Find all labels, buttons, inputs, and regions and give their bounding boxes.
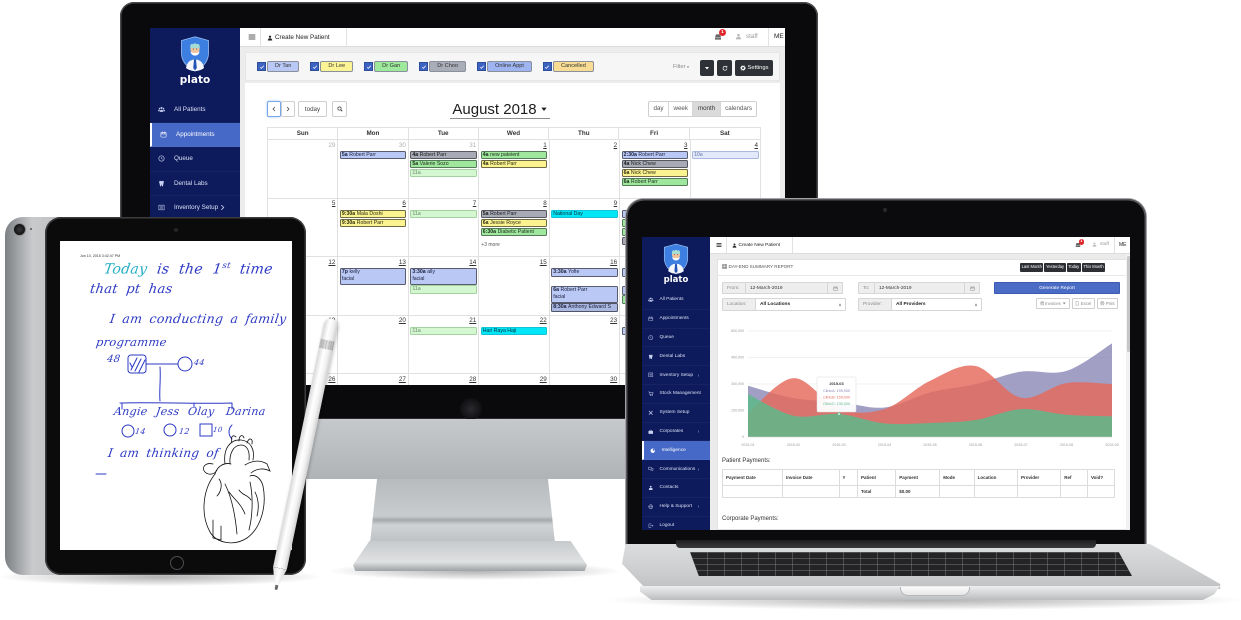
pencil-band: [318, 338, 335, 351]
child-symbol: [121, 424, 135, 438]
father-age: 48: [106, 354, 122, 365]
child-age: 12: [178, 427, 191, 436]
child-symbol: [163, 423, 177, 437]
child-age: 14: [134, 427, 147, 436]
child-name: Darina: [225, 405, 267, 418]
tablet-rear-camera: [14, 224, 25, 235]
child-name: Jess: [155, 405, 181, 418]
mother-age: 44: [193, 358, 206, 367]
tablet-flash: [30, 228, 32, 230]
mother-symbol: [177, 356, 193, 372]
tablet: Jun 10, 2015 3:42:47 PM Today is the 1st…: [0, 0, 1241, 620]
child-age: 10: [212, 426, 224, 434]
tablet-home-button[interactable]: [170, 556, 184, 570]
tablet-front-camera: [174, 228, 178, 232]
deceased-hatching: [129, 357, 146, 373]
heart-sketch-icon: [203, 435, 271, 544]
child-name: Angie: [113, 405, 149, 418]
child-name: Olay: [187, 405, 216, 418]
descent-line: [159, 366, 161, 402]
tablet-screen-notes: Jun 10, 2015 3:42:47 PM Today is the 1st…: [60, 241, 292, 550]
